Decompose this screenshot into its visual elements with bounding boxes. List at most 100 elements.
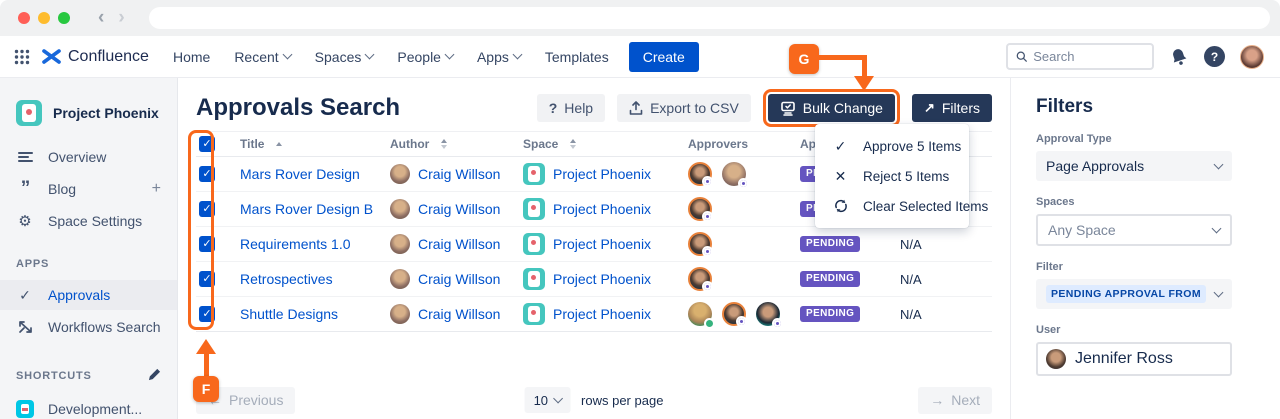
spaces-select[interactable]: Any Space xyxy=(1036,214,1232,246)
export-csv-button[interactable]: Export to CSV xyxy=(617,94,751,122)
approver-avatar-woman-dark-hair[interactable] xyxy=(688,162,712,186)
author-link[interactable]: Craig Willson xyxy=(418,166,500,182)
row-checkbox[interactable]: ✓ xyxy=(199,236,215,252)
author-link[interactable]: Craig Willson xyxy=(418,201,500,217)
search-input[interactable] xyxy=(1033,49,1144,64)
status-badge: PENDING xyxy=(800,306,860,322)
app-switcher-icon[interactable] xyxy=(14,49,30,65)
approvers-cell xyxy=(688,267,800,291)
rows-per-page-select[interactable]: 10 xyxy=(525,387,571,413)
page-link[interactable]: Mars Rover Design xyxy=(240,166,360,182)
approver-avatar-woman-dark-hair[interactable] xyxy=(722,302,746,326)
sidebar-item-workflows-search[interactable]: Workflows Search xyxy=(0,312,177,342)
space-icon xyxy=(523,268,545,290)
space-link[interactable]: Project Phoenix xyxy=(553,271,651,287)
space-sidebar: Project Phoenix Overview ” Blog + ⚙ Spac… xyxy=(0,78,178,419)
page-link[interactable]: Requirements 1.0 xyxy=(240,236,351,252)
bulk-change-button[interactable]: Bulk Change xyxy=(768,94,895,122)
menu-item-approve[interactable]: ✓ Approve 5 Items xyxy=(815,131,969,161)
page-link[interactable]: Retrospectives xyxy=(240,271,333,287)
pending-purple-dot-icon xyxy=(738,178,749,189)
space-icon xyxy=(523,198,545,220)
row-checkbox[interactable]: ✓ xyxy=(199,271,215,287)
space-icon xyxy=(523,303,545,325)
approver-avatar-man-beard[interactable] xyxy=(722,162,746,186)
user-avatar[interactable] xyxy=(1240,45,1264,69)
next-page-button[interactable]: → Next xyxy=(918,387,992,414)
check-icon: ✓ xyxy=(833,138,848,155)
space-link[interactable]: Project Phoenix xyxy=(553,306,651,322)
x-icon: ✕ xyxy=(833,168,848,185)
approver-avatar-woman-dark-hair[interactable] xyxy=(688,267,712,291)
help-icon[interactable]: ? xyxy=(1204,46,1225,67)
sidebar-item-overview[interactable]: Overview xyxy=(0,142,177,172)
logo-text: Confluence xyxy=(68,48,149,66)
add-blog-icon[interactable]: + xyxy=(152,180,161,198)
maximize-window-button[interactable] xyxy=(58,12,70,24)
approver-avatar-man-blond[interactable] xyxy=(688,302,712,326)
page-title: Approvals Search xyxy=(196,94,400,122)
nav-item-apps[interactable]: Apps xyxy=(477,49,521,65)
nav-item-recent[interactable]: Recent xyxy=(234,49,290,65)
approved-green-dot-icon xyxy=(704,318,715,329)
nav-item-spaces[interactable]: Spaces xyxy=(315,49,374,65)
app-navbar: Confluence Home Recent Spaces People App… xyxy=(0,36,1280,78)
sidebar-item-space-settings[interactable]: ⚙ Space Settings xyxy=(0,206,177,236)
overview-icon xyxy=(16,151,34,163)
help-button[interactable]: ? Help xyxy=(537,94,605,122)
status-badge: PENDING xyxy=(800,271,860,287)
row-checkbox[interactable]: ✓ xyxy=(199,201,215,217)
table-row[interactable]: ✓ Shuttle Designs Craig Willson Project … xyxy=(196,297,992,332)
menu-item-reject[interactable]: ✕ Reject 5 Items xyxy=(815,161,969,191)
nav-item-home[interactable]: Home xyxy=(173,49,210,65)
confluence-logo[interactable]: Confluence xyxy=(42,48,149,66)
page-link[interactable]: Shuttle Designs xyxy=(240,306,338,322)
space-avatar-icon xyxy=(16,100,42,126)
space-header[interactable]: Project Phoenix xyxy=(0,78,177,142)
author-link[interactable]: Craig Willson xyxy=(418,306,500,322)
approver-avatar-woman-black-hair[interactable] xyxy=(756,302,780,326)
minimize-window-button[interactable] xyxy=(38,12,50,24)
table-row[interactable]: ✓ Retrospectives Craig Willson Project P… xyxy=(196,262,992,297)
page-link[interactable]: Mars Rover Design B xyxy=(240,201,373,217)
close-window-button[interactable] xyxy=(18,12,30,24)
nav-item-templates[interactable]: Templates xyxy=(545,49,609,65)
create-button[interactable]: Create xyxy=(629,42,699,72)
approval-type-select[interactable]: Page Approvals xyxy=(1036,151,1232,181)
nav-item-people[interactable]: People xyxy=(397,49,453,65)
row-checkbox[interactable]: ✓ xyxy=(199,166,215,182)
edit-shortcuts-pencil-icon[interactable] xyxy=(148,368,161,384)
bulk-change-highlight-ring: Bulk Change xyxy=(763,89,900,127)
approver-avatar-woman-dark-hair[interactable] xyxy=(688,232,712,256)
previous-page-button[interactable]: ← Previous xyxy=(196,387,295,414)
sidebar-item-approvals[interactable]: ✓ Approvals xyxy=(0,280,177,310)
user-field-avatar xyxy=(1046,349,1066,369)
menu-item-clear-selected[interactable]: Clear Selected Items xyxy=(815,191,969,221)
refresh-icon xyxy=(833,199,848,213)
space-link[interactable]: Project Phoenix xyxy=(553,166,651,182)
select-all-checkbox[interactable]: ✓ xyxy=(199,136,215,152)
space-link[interactable]: Project Phoenix xyxy=(553,236,651,252)
column-header-author[interactable]: Author xyxy=(390,137,429,151)
filters-button[interactable]: ↗ Filters xyxy=(912,94,992,122)
table-row[interactable]: ✓ Requirements 1.0 Craig Willson Project… xyxy=(196,227,992,262)
sidebar-item-development[interactable]: Development... xyxy=(0,394,177,419)
author-avatar xyxy=(390,164,410,184)
column-header-title[interactable]: Title xyxy=(240,137,264,151)
approver-avatar-woman-dark-hair[interactable] xyxy=(688,197,712,221)
browser-back-icon[interactable]: ‹ xyxy=(98,7,104,29)
global-search[interactable] xyxy=(1006,43,1154,70)
user-field[interactable]: Jennifer Ross xyxy=(1036,342,1232,376)
author-link[interactable]: Craig Willson xyxy=(418,271,500,287)
browser-forward-icon[interactable]: › xyxy=(118,7,124,29)
column-header-space[interactable]: Space xyxy=(523,137,558,151)
chevron-down-icon xyxy=(554,393,564,403)
author-link[interactable]: Craig Willson xyxy=(418,236,500,252)
approval-date: N/A xyxy=(890,307,992,322)
row-checkbox[interactable]: ✓ xyxy=(199,306,215,322)
notifications-bell-icon[interactable] xyxy=(1166,44,1191,69)
space-link[interactable]: Project Phoenix xyxy=(553,201,651,217)
filter-select[interactable]: PENDING APPROVAL FROM xyxy=(1036,279,1232,309)
url-bar[interactable] xyxy=(149,7,1270,29)
sidebar-item-blog[interactable]: ” Blog + xyxy=(0,174,177,204)
